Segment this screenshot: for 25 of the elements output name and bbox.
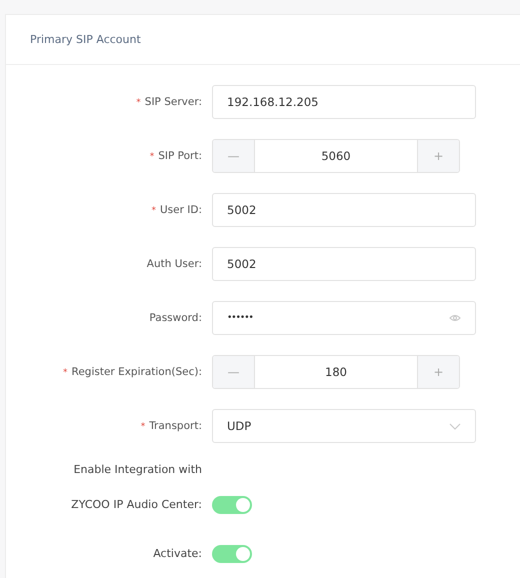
field-label: Auth User: [146,258,202,270]
field-label: Transport: [149,420,202,432]
field-label: Register Expiration(Sec): [72,366,202,378]
required-mark: * [152,206,156,216]
input-field[interactable]: 5002 [212,193,476,227]
input-field[interactable]: 192.168.12.205 [212,85,476,119]
toggle-switch[interactable] [212,496,252,514]
field-label: Password: [149,312,202,324]
required-mark: * [150,152,154,162]
toggle-label: ZYCOO IP Audio Center: [71,498,202,511]
required-mark: * [63,368,68,378]
required-mark: * [140,422,146,432]
field-label: SIP Server: [144,96,202,108]
toggle-switch[interactable] [212,545,252,563]
select-field[interactable]: UDP [212,409,476,443]
panel-title: Primary SIP Account [30,33,141,46]
toggle-label: Enable Integration with [74,463,202,476]
input-field[interactable]: 5002 [212,247,476,281]
required-mark: * [136,98,141,108]
eye-icon[interactable] [449,314,461,322]
password-field[interactable]: •••••• [212,301,476,335]
toggle-label: Activate: [153,547,202,560]
field-label: SIP Port: [158,150,202,162]
chevron-down-icon [449,422,461,430]
field-label: User ID: [160,204,202,216]
